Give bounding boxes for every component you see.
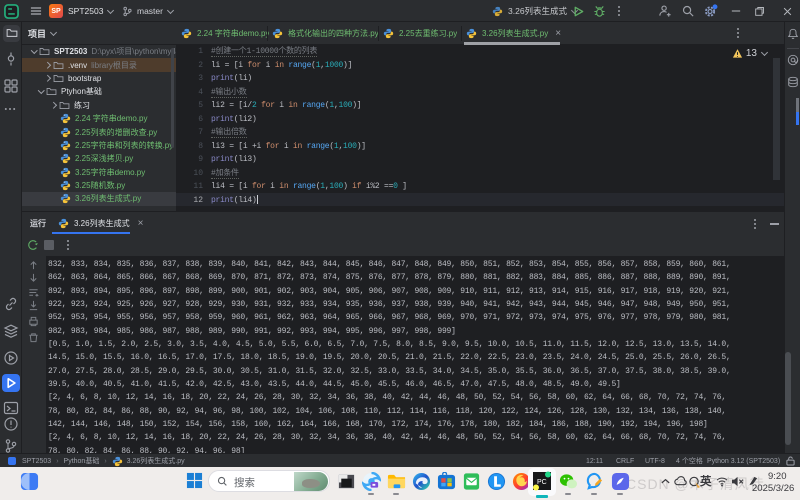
svg-text:PC: PC (537, 479, 547, 486)
